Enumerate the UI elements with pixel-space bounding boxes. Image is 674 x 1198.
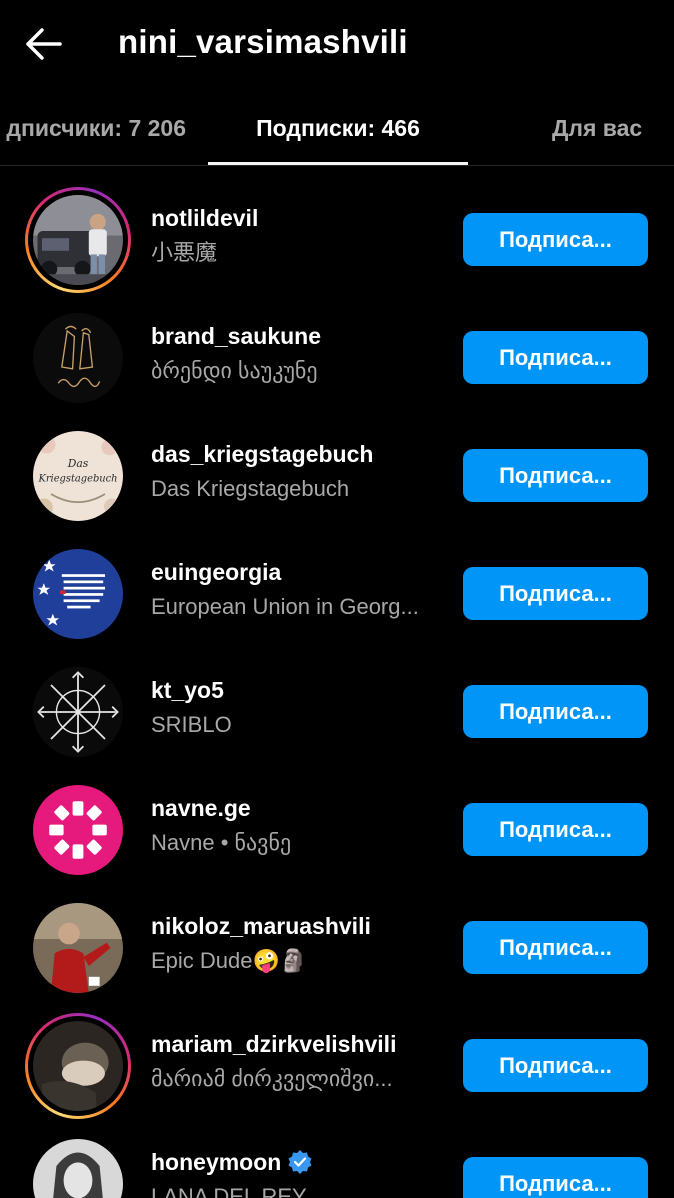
list-item[interactable]: euingeorgia European Union in Georg... П… — [0, 521, 674, 639]
avatar — [33, 313, 123, 403]
full-name: მარიამ ძირკველიშვი... — [151, 1066, 393, 1091]
full-name: SRIBLO — [151, 712, 232, 737]
following-button[interactable]: Подписа... — [463, 449, 648, 502]
avatar-logo-text-kriegstagebuch: Kriegstagebuch — [37, 473, 117, 484]
following-button[interactable]: Подписа... — [463, 803, 648, 856]
username[interactable]: mariam_dzirkvelishvili — [151, 1029, 451, 1059]
tab-following[interactable]: Подписки: 466 — [208, 100, 468, 166]
full-name: 小悪魔 — [151, 240, 218, 265]
list-item[interactable]: notlildevil 小悪魔 Подписа... — [0, 167, 674, 293]
avatar-wrap[interactable] — [25, 895, 131, 1001]
top-bar: nini_varsimashvili — [0, 0, 674, 88]
arrow-left-icon — [26, 28, 62, 60]
tab-followers[interactable]: дписчики: 7 206 — [6, 100, 186, 166]
list-item[interactable]: Das Kriegstagebuch das_kriegstagebuch Da… — [0, 403, 674, 521]
username[interactable]: brand_saukune — [151, 321, 451, 351]
profile-username-title: nini_varsimashvili — [118, 23, 408, 60]
avatar-wrap[interactable] — [25, 659, 131, 765]
full-name: European Union in Georg... — [151, 594, 419, 619]
avatar-story-ring[interactable] — [25, 1013, 131, 1119]
avatar — [33, 785, 123, 875]
following-button[interactable]: Подписа... — [463, 213, 648, 266]
following-screen: nini_varsimashvili дписчики: 7 206 Подпи… — [0, 0, 674, 1198]
list-item[interactable]: brand_saukune ბრენდი საუკუნე Подписа... — [0, 285, 674, 403]
username[interactable]: notlildevil — [151, 203, 451, 233]
avatar — [33, 667, 123, 757]
avatar-logo-text-das: Das — [67, 457, 89, 470]
username[interactable]: honeymoon — [151, 1147, 451, 1177]
list-item[interactable]: kt_yo5 SRIBLO Подписа... — [0, 639, 674, 757]
full-name: Epic Dude🤪🗿 — [151, 948, 308, 973]
avatar-wrap[interactable] — [25, 1131, 131, 1198]
avatar-wrap[interactable] — [25, 305, 131, 411]
list-item[interactable]: nikoloz_maruashvili Epic Dude🤪🗿 Подписа.… — [0, 875, 674, 993]
username[interactable]: nikoloz_maruashvili — [151, 911, 451, 941]
avatar — [33, 1139, 123, 1198]
avatar-wrap[interactable] — [25, 777, 131, 883]
avatar-story-ring[interactable] — [25, 187, 131, 293]
following-button[interactable]: Подписа... — [463, 921, 648, 974]
username[interactable]: das_kriegstagebuch — [151, 439, 451, 469]
back-button[interactable] — [22, 22, 70, 66]
following-button[interactable]: Подписа... — [463, 1157, 648, 1198]
full-name: ბრენდი საუკუნე — [151, 358, 318, 383]
full-name: LANA DEL REY — [151, 1184, 307, 1198]
tab-for-you[interactable]: Для вас — [552, 100, 642, 166]
username[interactable]: euingeorgia — [151, 557, 451, 587]
list-item[interactable]: honeymoon LANA DEL REY Подписа... — [0, 1111, 674, 1198]
following-button[interactable]: Подписа... — [463, 331, 648, 384]
list-item[interactable]: navne.ge Navne • ნავნე Подписа... — [0, 757, 674, 875]
avatar-wrap[interactable]: Das Kriegstagebuch — [25, 423, 131, 529]
avatar-wrap[interactable] — [25, 541, 131, 647]
list-item[interactable]: mariam_dzirkvelishvili მარიამ ძირკველიშვ… — [0, 993, 674, 1119]
active-tab-indicator — [208, 162, 468, 165]
avatar — [33, 903, 123, 993]
following-button[interactable]: Подписа... — [463, 685, 648, 738]
avatar — [33, 1021, 123, 1111]
username[interactable]: kt_yo5 — [151, 675, 451, 705]
following-button[interactable]: Подписа... — [463, 1039, 648, 1092]
follow-tabs: дписчики: 7 206 Подписки: 466 Для вас — [0, 100, 674, 166]
following-button[interactable]: Подписа... — [463, 567, 648, 620]
verified-badge-icon — [288, 1150, 312, 1174]
full-name: Das Kriegstagebuch — [151, 476, 350, 501]
avatar: Das Kriegstagebuch — [33, 431, 123, 521]
avatar — [33, 195, 123, 285]
full-name: Navne • ნავნე — [151, 830, 292, 855]
username[interactable]: navne.ge — [151, 793, 451, 823]
avatar — [33, 549, 123, 639]
